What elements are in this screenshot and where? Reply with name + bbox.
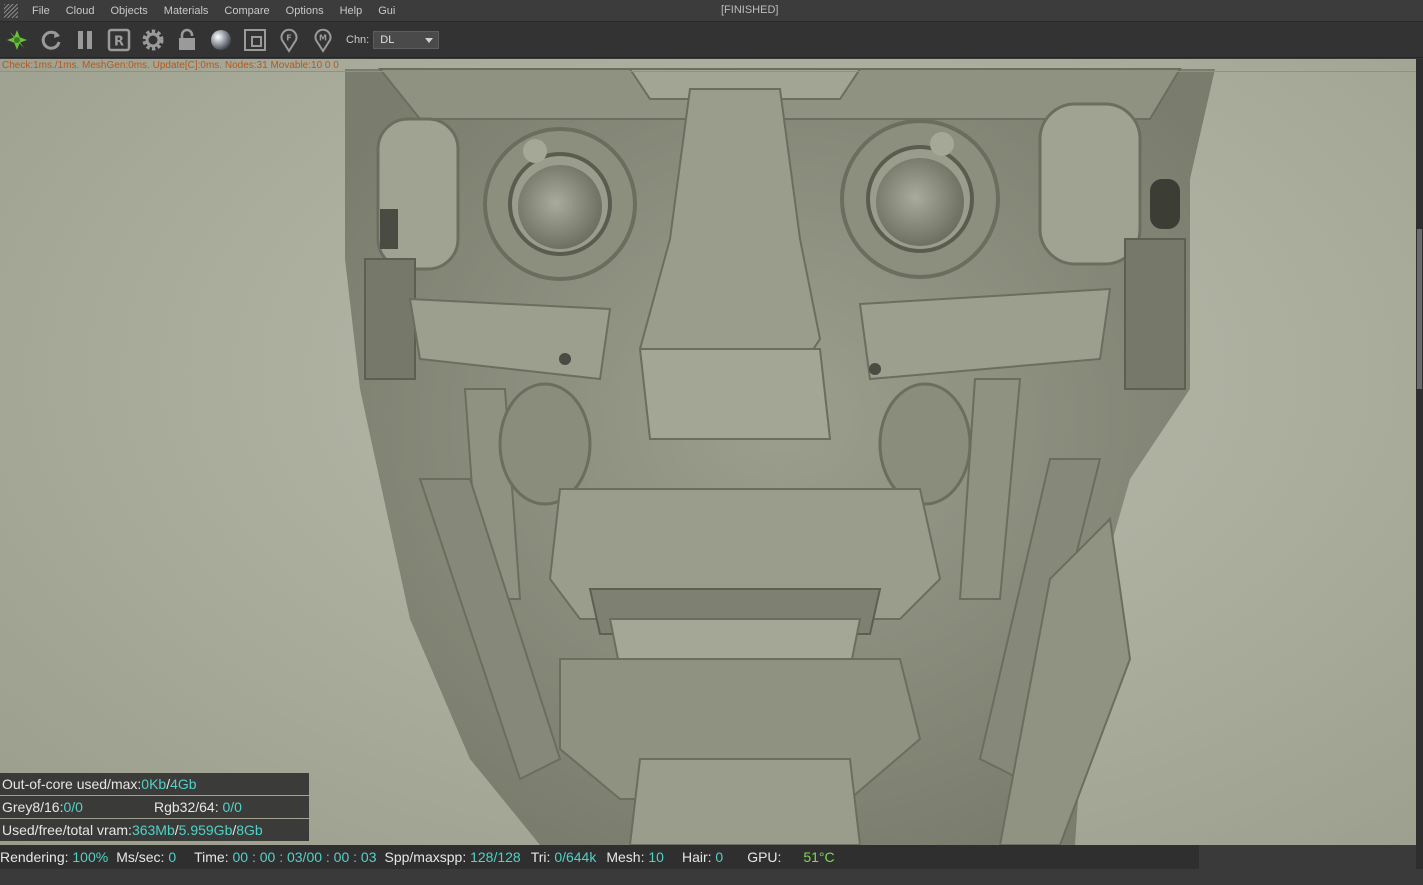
gpu-temp-value: 51°C bbox=[803, 849, 835, 865]
time-label: Time: bbox=[194, 849, 233, 865]
menu-materials[interactable]: Materials bbox=[156, 5, 217, 17]
mesh-label: Mesh: bbox=[606, 849, 649, 865]
mesh-stat: Mesh: 10 bbox=[606, 849, 664, 865]
octane-logo-icon[interactable] bbox=[2, 25, 32, 55]
svg-text:R: R bbox=[114, 34, 124, 49]
pause-icon[interactable] bbox=[70, 25, 100, 55]
vram-stat: Used/free/total vram: 363Mb/5.959Gb/8Gb bbox=[0, 819, 309, 841]
vram-total: 8Gb bbox=[236, 822, 263, 838]
material-pick-icon[interactable]: M bbox=[308, 25, 338, 55]
rgb-stat: Rgb32/64: 0/0 bbox=[154, 799, 242, 815]
region-render-icon[interactable]: R bbox=[104, 25, 134, 55]
refresh-icon[interactable] bbox=[36, 25, 66, 55]
mesh-value: 10 bbox=[648, 849, 664, 865]
grey-label: Grey8/16: bbox=[2, 799, 64, 815]
vram-free: 5.959Gb bbox=[178, 822, 233, 838]
vram-label: Used/free/total vram: bbox=[2, 822, 132, 838]
rendering-value: 100% bbox=[72, 849, 109, 865]
scrollbar-thumb[interactable] bbox=[1417, 229, 1422, 389]
gpu-label: GPU: bbox=[747, 849, 786, 865]
channel-select-value: DL bbox=[380, 33, 395, 46]
channel-select[interactable]: DL bbox=[373, 30, 440, 49]
menu-gui[interactable]: Gui bbox=[370, 5, 403, 17]
menu-bar: File Cloud Objects Materials Compare Opt… bbox=[0, 0, 1423, 22]
time-value: 00 : 00 : 03/00 : 00 : 03 bbox=[232, 849, 377, 865]
clay-mode-icon[interactable] bbox=[240, 25, 270, 55]
menu-compare[interactable]: Compare bbox=[216, 5, 277, 17]
rgb-value: 0/0 bbox=[222, 799, 242, 815]
tri-stat: Tri: 0/644k bbox=[531, 849, 597, 865]
spp-stat: Spp/maxspp: 128/128 bbox=[385, 849, 521, 865]
svg-text:F: F bbox=[286, 33, 291, 42]
spp-value: 128/128 bbox=[470, 849, 521, 865]
menu-options[interactable]: Options bbox=[278, 5, 332, 17]
rendering-stat: Rendering: 100% bbox=[0, 849, 108, 865]
tri-value: 0/644k bbox=[554, 849, 597, 865]
render-state-label: [FINISHED] bbox=[721, 4, 779, 16]
menu-help[interactable]: Help bbox=[332, 5, 371, 17]
menu-file[interactable]: File bbox=[24, 5, 58, 17]
mssec-stat: Ms/sec: 0 bbox=[116, 849, 176, 865]
gpu-stat: GPU: 51°C bbox=[747, 849, 834, 865]
ooc-label: Out-of-core used/max: bbox=[2, 776, 142, 792]
channel-label: Chn: bbox=[346, 33, 370, 46]
mssec-value: 0 bbox=[168, 849, 177, 865]
hair-label: Hair: bbox=[681, 849, 716, 865]
bottom-strip bbox=[0, 869, 1423, 885]
focus-pick-icon[interactable]: F bbox=[274, 25, 304, 55]
render-status-bar: Rendering: 100% Ms/sec: 0 Time: 00 : 00 … bbox=[0, 845, 1199, 869]
render-image bbox=[345, 68, 1215, 845]
rendering-label: Rendering: bbox=[0, 849, 73, 865]
vertical-scrollbar[interactable] bbox=[1416, 59, 1423, 885]
texture-stats: Grey8/16: 0/0 Rgb32/64: 0/0 bbox=[0, 796, 309, 818]
time-stat: Time: 00 : 00 : 03/00 : 00 : 03 bbox=[194, 849, 376, 865]
window-grip-icon[interactable] bbox=[4, 3, 18, 18]
out-of-core-stat: Out-of-core used/max: 0Kb / 4Gb bbox=[0, 773, 309, 795]
rgb-label: Rgb32/64: bbox=[154, 799, 223, 815]
toolbar: R F M Chn: DL bbox=[0, 22, 1423, 58]
ooc-used: 0Kb bbox=[141, 776, 167, 792]
menu-objects[interactable]: Objects bbox=[102, 5, 155, 17]
svg-text:M: M bbox=[319, 33, 327, 42]
grey-value: 0/0 bbox=[63, 799, 83, 815]
settings-gear-icon[interactable] bbox=[138, 25, 168, 55]
lock-icon[interactable] bbox=[172, 25, 202, 55]
vram-used: 363Mb bbox=[131, 822, 175, 838]
tri-label: Tri: bbox=[530, 849, 555, 865]
mssec-label: Ms/sec: bbox=[116, 849, 169, 865]
chevron-down-icon bbox=[425, 37, 434, 43]
render-viewport[interactable]: Check:1ms./1ms. MeshGen:0ms. Update[C]:0… bbox=[0, 59, 1416, 845]
ooc-max: 4Gb bbox=[170, 776, 197, 792]
menu-cloud[interactable]: Cloud bbox=[58, 5, 103, 17]
viewport-divider bbox=[0, 71, 1416, 72]
hair-stat: Hair: 0 bbox=[682, 849, 723, 865]
material-ball-icon[interactable] bbox=[206, 25, 236, 55]
render-check-line: Check:1ms./1ms. MeshGen:0ms. Update[C]:0… bbox=[2, 60, 339, 71]
hair-value: 0 bbox=[715, 849, 724, 865]
spp-label: Spp/maxspp: bbox=[384, 849, 471, 865]
